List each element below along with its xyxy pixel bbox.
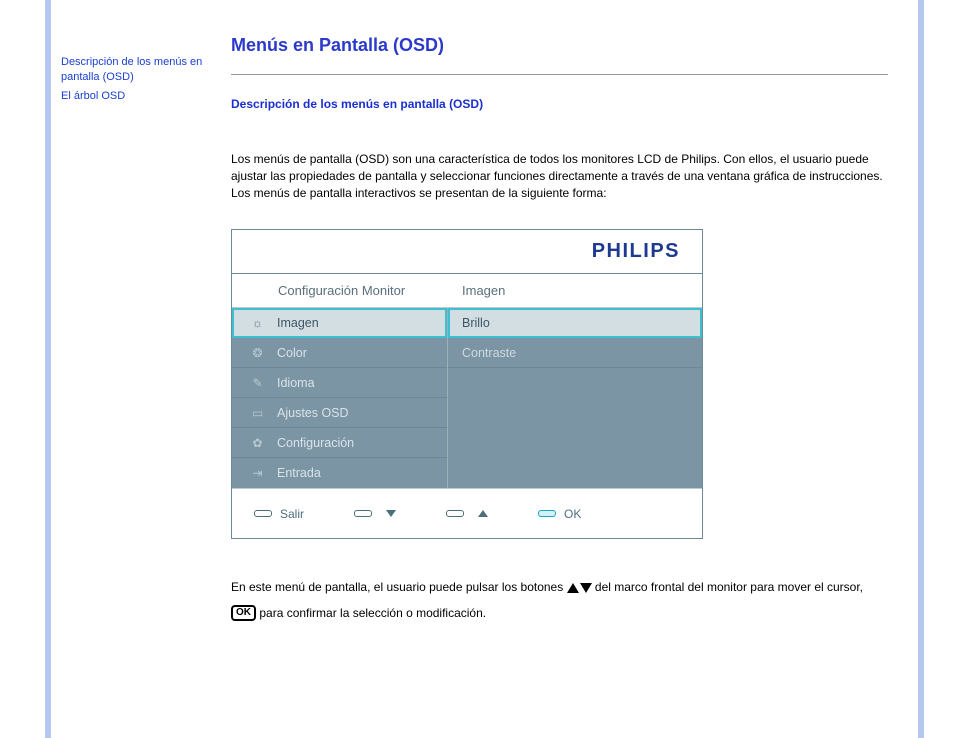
osd-button-label: OK — [564, 507, 581, 521]
input-icon: ⇥ — [250, 466, 265, 481]
footer-text-2: del marco frontal del monitor para mover… — [595, 580, 863, 594]
philips-logo: PHILIPS — [592, 240, 680, 263]
sidebar-link-tree[interactable]: El árbol OSD — [61, 89, 211, 104]
osd-menu-item-idioma[interactable]: ✎ Idioma — [232, 368, 447, 398]
sidebar: Descripción de los menús en pantalla (OS… — [61, 55, 211, 108]
osd-header-right: Imagen — [448, 274, 702, 307]
page-container: Descripción de los menús en pantalla (OS… — [51, 0, 918, 738]
osd-menu-label: Configuración — [277, 436, 354, 450]
osd-submenu-item-contraste[interactable]: Contraste — [448, 338, 702, 368]
osd-header-left: Configuración Monitor — [232, 274, 448, 307]
triangle-up-icon — [567, 583, 579, 593]
osd-menu-item-imagen[interactable]: ☼ Imagen — [232, 308, 447, 338]
globe-icon: ❂ — [250, 345, 265, 360]
screen-icon: ▭ — [250, 405, 265, 420]
osd-ok-button[interactable]: OK — [538, 507, 581, 521]
osd-menu-label: Entrada — [277, 466, 321, 480]
osd-window: PHILIPS Configuración Monitor Imagen ☼ I… — [231, 229, 703, 539]
gear-icon: ✿ — [250, 435, 265, 450]
triangle-down-icon — [580, 583, 592, 593]
triangle-up-icon — [478, 510, 488, 517]
osd-menu-item-configuracion[interactable]: ✿ Configuración — [232, 428, 447, 458]
osd-menu-label: Imagen — [277, 316, 319, 330]
led-on-icon — [538, 510, 556, 517]
sidebar-link-description[interactable]: Descripción de los menús en pantalla (OS… — [61, 55, 211, 85]
ok-box-icon: OK — [231, 605, 256, 621]
language-icon: ✎ — [250, 375, 265, 390]
osd-menu-label: Color — [277, 346, 307, 360]
osd-submenu-list: Brillo Contraste — [448, 308, 702, 488]
osd-submenu-label: Contraste — [462, 346, 516, 360]
osd-submenu-label: Brillo — [462, 316, 490, 330]
footer-paragraph: En este menú de pantalla, el usuario pue… — [231, 575, 888, 625]
footer-text-3: para confirmar la selección o modificaci… — [259, 606, 486, 620]
led-icon — [254, 510, 272, 517]
osd-up-button[interactable] — [446, 510, 488, 517]
section-subtitle: Descripción de los menús en pantalla (OS… — [231, 97, 888, 111]
osd-submenu-item-brillo[interactable]: Brillo — [448, 308, 702, 338]
triangle-down-icon — [386, 510, 396, 517]
osd-button-bar: Salir OK — [232, 488, 702, 538]
osd-menu-item-color[interactable]: ❂ Color — [232, 338, 447, 368]
osd-down-button[interactable] — [354, 510, 396, 517]
led-icon — [446, 510, 464, 517]
right-border-stripe — [918, 0, 924, 738]
footer-text-1: En este menú de pantalla, el usuario pue… — [231, 580, 567, 594]
led-icon — [354, 510, 372, 517]
page-title: Menús en Pantalla (OSD) — [231, 35, 888, 56]
intro-paragraph: Los menús de pantalla (OSD) son una cara… — [231, 151, 888, 201]
osd-menu-item-ajustes-osd[interactable]: ▭ Ajustes OSD — [232, 398, 447, 428]
osd-menu-list: ☼ Imagen ❂ Color ✎ Idioma ▭ Ajustes OSD — [232, 308, 448, 488]
osd-exit-button[interactable]: Salir — [254, 507, 304, 521]
osd-body: ☼ Imagen ❂ Color ✎ Idioma ▭ Ajustes OSD — [232, 308, 702, 488]
divider — [231, 74, 888, 75]
osd-menu-label: Idioma — [277, 376, 315, 390]
osd-topbar: PHILIPS — [232, 230, 702, 274]
brightness-icon: ☼ — [250, 316, 265, 331]
osd-menu-item-entrada[interactable]: ⇥ Entrada — [232, 458, 447, 488]
content: Menús en Pantalla (OSD) Descripción de l… — [231, 35, 888, 626]
osd-button-label: Salir — [280, 507, 304, 521]
osd-menu-label: Ajustes OSD — [277, 406, 349, 420]
osd-column-headers: Configuración Monitor Imagen — [232, 274, 702, 308]
